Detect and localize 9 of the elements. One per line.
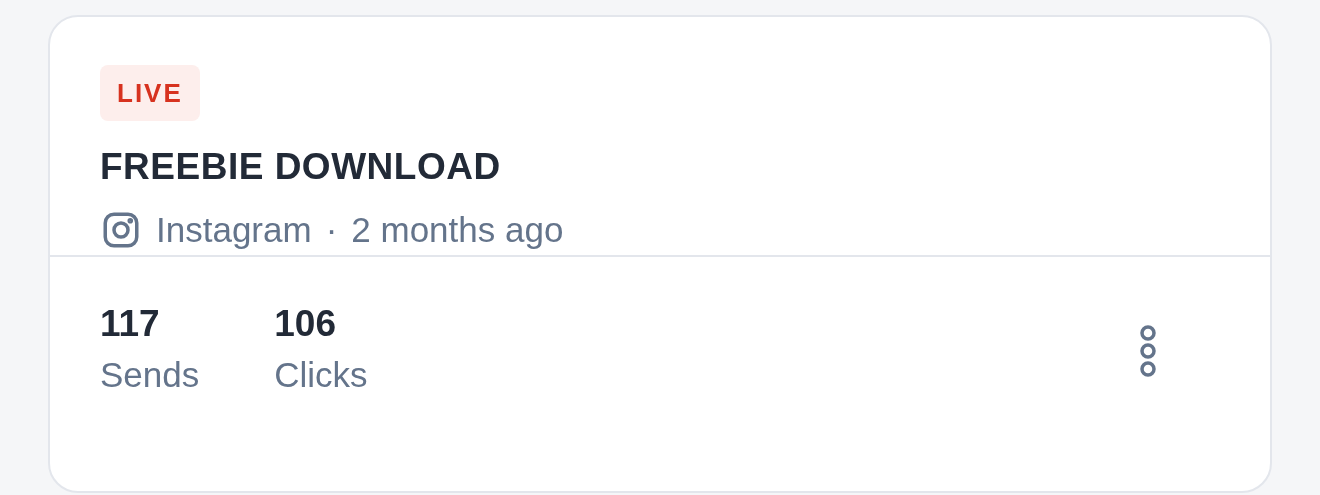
stat-label: Clicks: [274, 354, 368, 396]
card-title: FREEBIE DOWNLOAD: [100, 145, 501, 189]
stat-value: 117: [100, 302, 161, 346]
status-badge: LIVE: [100, 65, 200, 121]
source-text: Instagram: [156, 209, 312, 251]
time-text: 2 months ago: [351, 209, 564, 251]
stat-value: 106: [274, 302, 337, 346]
stat-label: Sends: [100, 354, 200, 396]
separator: ·: [325, 209, 338, 251]
